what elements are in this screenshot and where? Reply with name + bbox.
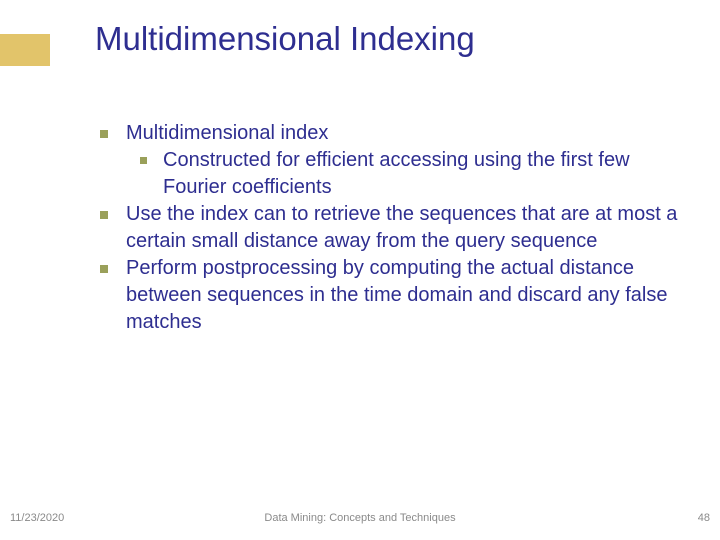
square-bullet-icon	[100, 130, 108, 138]
list-item: Perform postprocessing by computing the …	[100, 255, 690, 336]
square-bullet-icon	[100, 265, 108, 273]
list-item: Multidimensional index	[100, 120, 690, 147]
bullet-text: Constructed for efficient accessing usin…	[163, 147, 690, 201]
footer-page-number: 48	[698, 512, 710, 524]
bullet-text: Use the index can to retrieve the sequen…	[126, 201, 690, 255]
list-item: Use the index can to retrieve the sequen…	[100, 201, 690, 255]
bullet-text: Multidimensional index	[126, 120, 328, 147]
slide-title: Multidimensional Indexing	[95, 20, 475, 58]
square-bullet-icon	[140, 157, 147, 164]
slide-content: Multidimensional index Constructed for e…	[100, 120, 690, 336]
square-bullet-icon	[100, 211, 108, 219]
footer-center: Data Mining: Concepts and Techniques	[0, 512, 720, 524]
list-item: Constructed for efficient accessing usin…	[100, 147, 690, 201]
bullet-text: Perform postprocessing by computing the …	[126, 255, 690, 336]
title-accent-block	[0, 34, 50, 66]
